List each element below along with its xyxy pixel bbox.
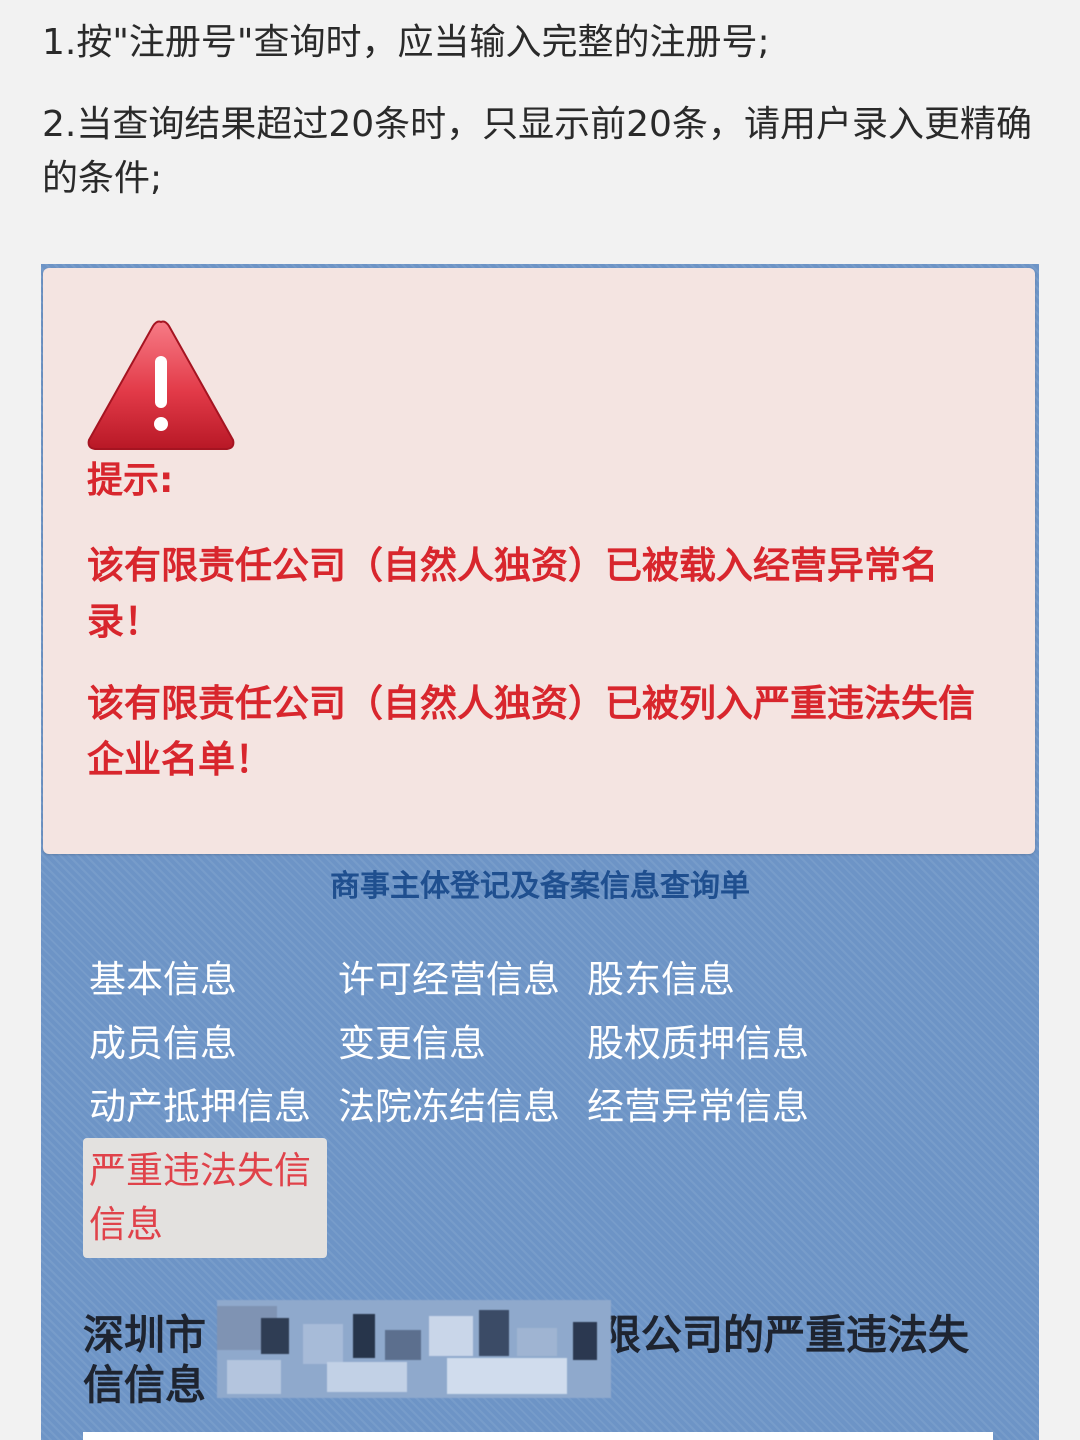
query-form-title: 商事主体登记及备案信息查询单 — [330, 869, 750, 904]
alert-message-abnormal-list: 该有限责任公司（自然人独资）已被载入经营异常名录！ — [87, 544, 938, 643]
link-member-info[interactable]: 成员信息 — [89, 1018, 237, 1070]
link-chattel-mortgage-info[interactable]: 动产抵押信息 — [89, 1081, 311, 1133]
link-abnormal-operation-info[interactable]: 经营异常信息 — [587, 1081, 809, 1133]
redacted-company-name-mosaic — [217, 1300, 611, 1398]
link-license-info[interactable]: 许可经营信息 — [338, 954, 560, 1006]
link-change-info[interactable]: 变更信息 — [338, 1018, 486, 1070]
result-panel: 提示: 该有限责任公司（自然人独资）已被载入经营异常名录！ 该有限责任公司（自然… — [41, 264, 1039, 1440]
link-court-freeze-info[interactable]: 法院冻结信息 — [338, 1081, 560, 1133]
warning-alert-box: 提示: 该有限责任公司（自然人独资）已被载入经营异常名录！ 该有限责任公司（自然… — [43, 268, 1035, 854]
company-heading-prefix: 深圳市 — [83, 1311, 206, 1359]
alert-title: 提示: — [87, 460, 174, 501]
link-basic-info[interactable]: 基本信息 — [89, 954, 237, 1006]
result-table-edge — [83, 1432, 993, 1440]
link-shareholder-info[interactable]: 股东信息 — [587, 954, 735, 1006]
link-serious-violation-info[interactable]: 严重违法失信信息 — [83, 1138, 327, 1258]
query-note-2: 2.当查询结果超过20条时，只显示前20条，请用户录入更精确的条件; — [42, 104, 1032, 199]
alert-message-dishonest-list: 该有限责任公司（自然人独资）已被列入严重违法失信企业名单！ — [87, 682, 975, 781]
link-equity-pledge-info[interactable]: 股权质押信息 — [587, 1018, 809, 1070]
query-note-1: 1.按"注册号"查询时，应当输入完整的注册号; — [42, 22, 770, 63]
warning-triangle-icon — [87, 320, 235, 450]
